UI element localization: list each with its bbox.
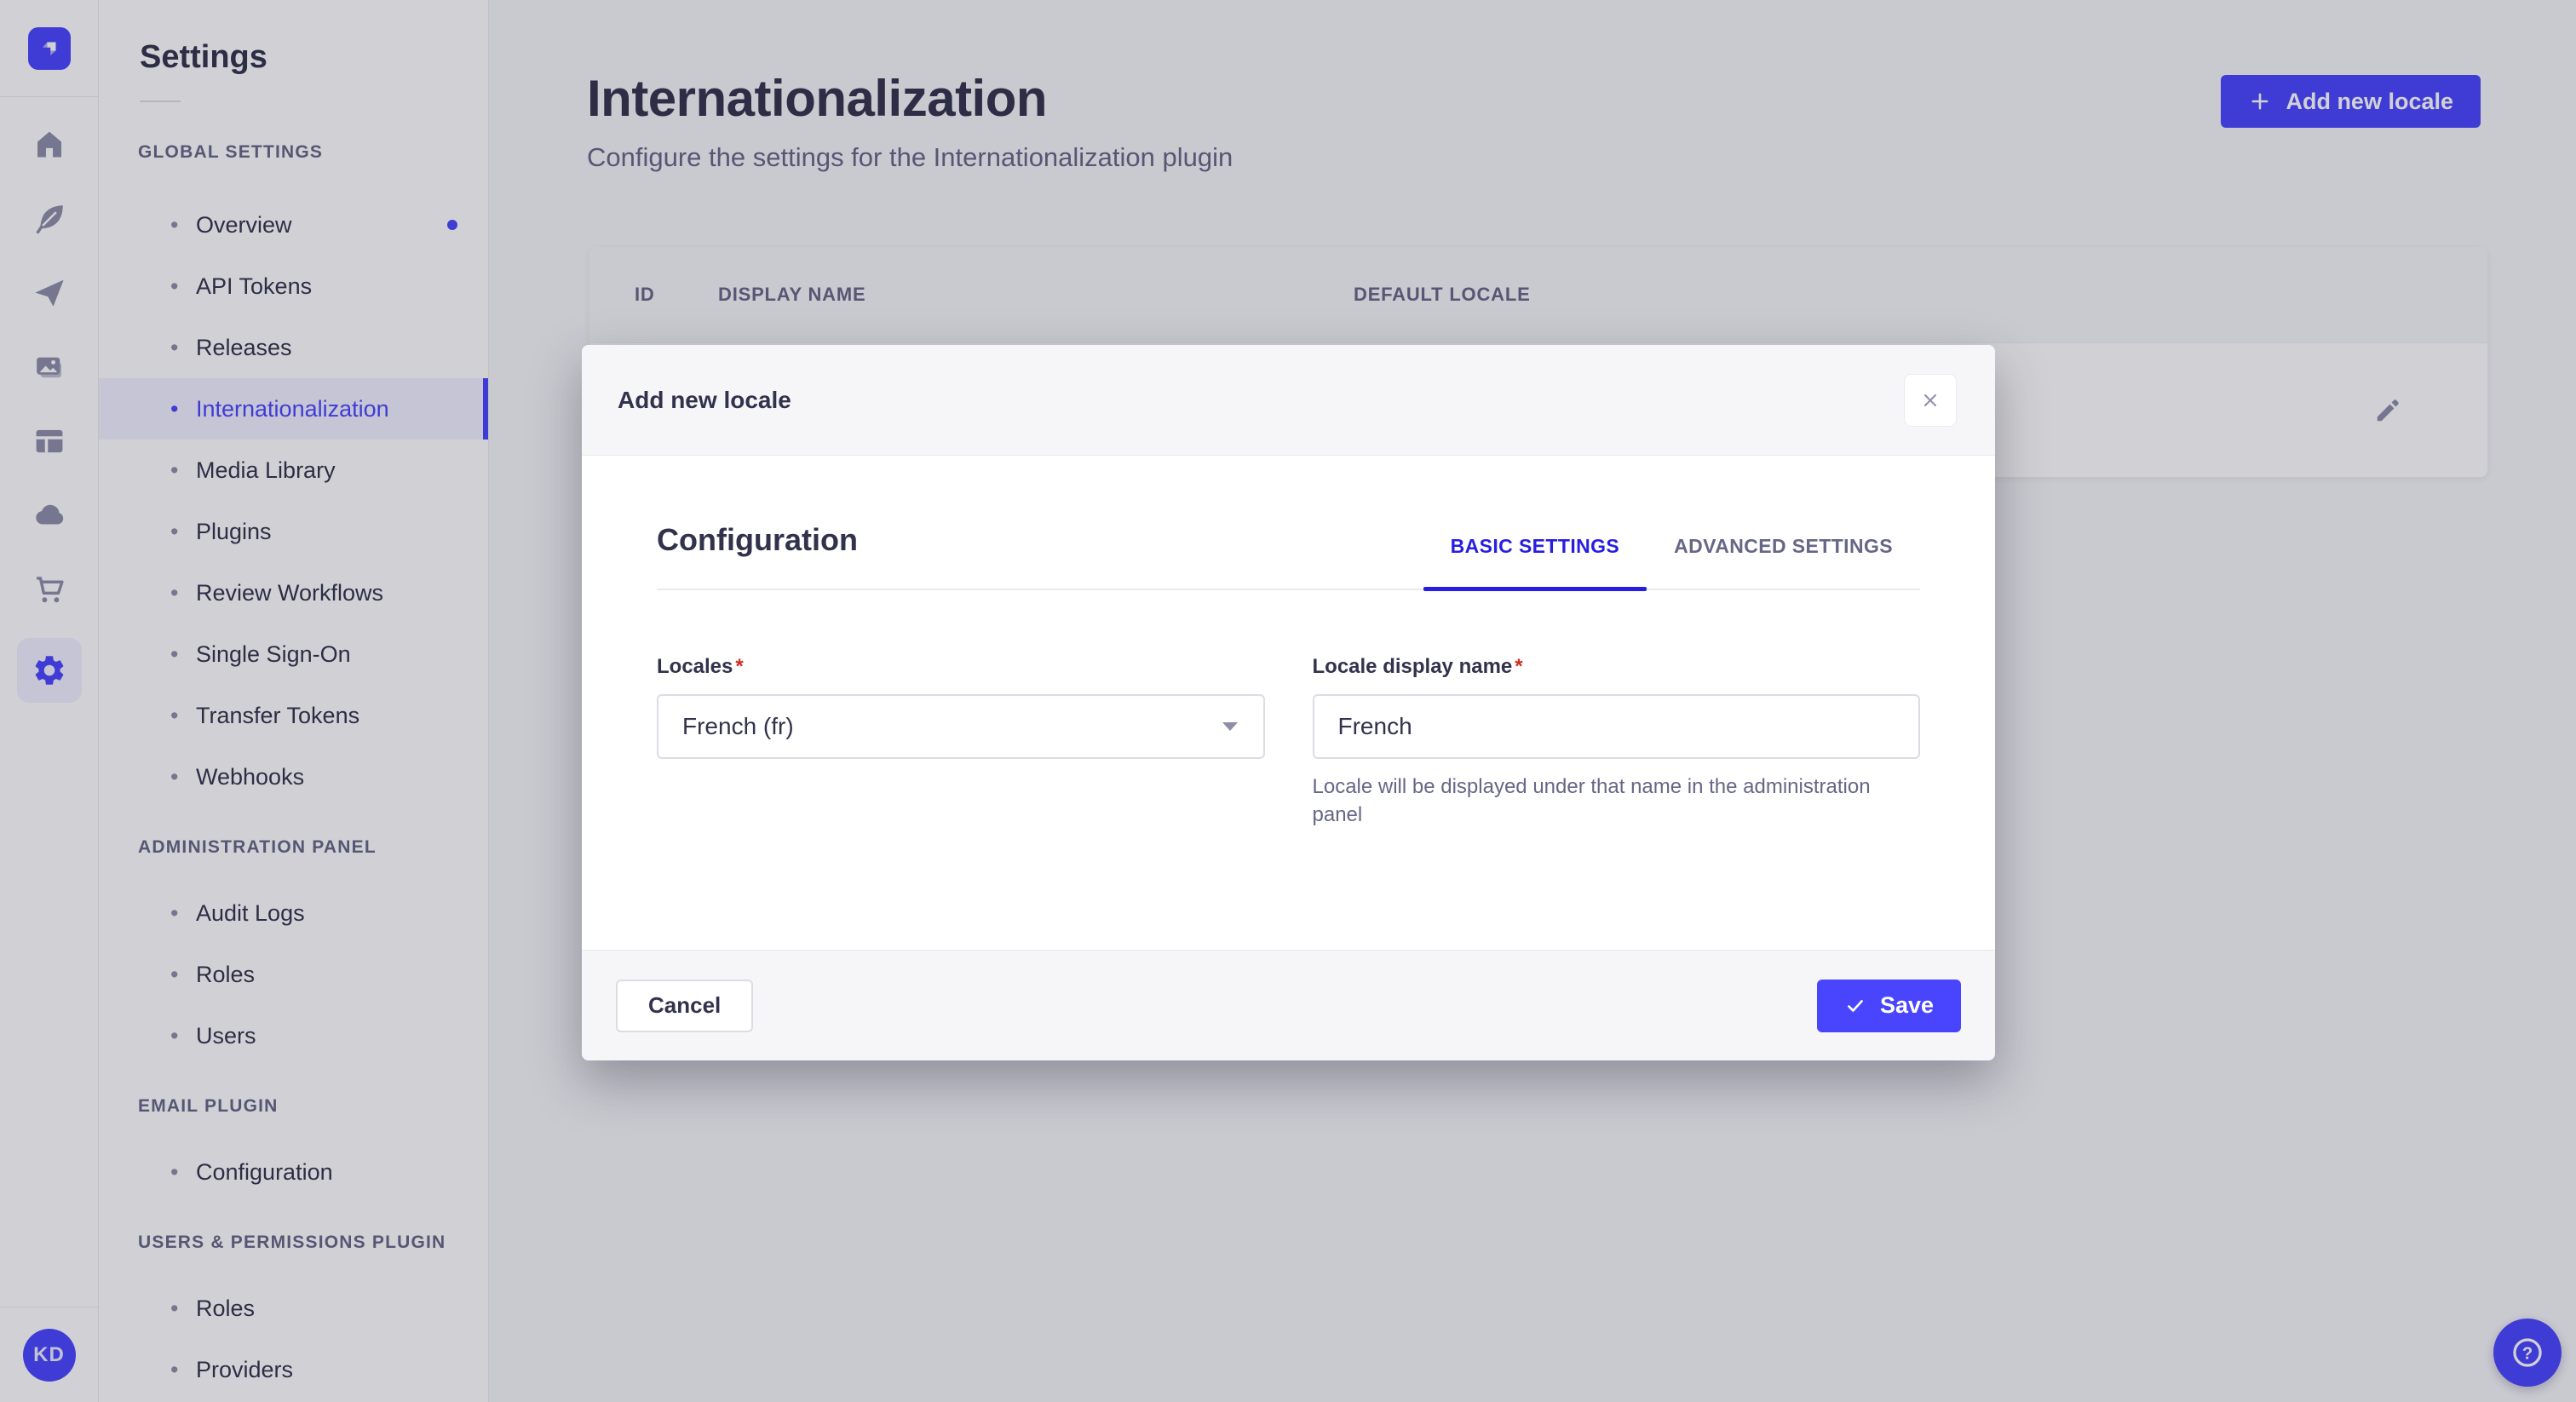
locales-select-value: French (fr) [682,713,794,739]
chevron-down-icon [1222,722,1238,731]
tab-basic-settings[interactable]: BASIC SETTINGS [1423,535,1647,591]
required-asterisk: * [735,655,744,678]
display-name-label: Locale display name * [1313,655,1921,679]
save-button[interactable]: Save [1816,979,1961,1032]
required-asterisk: * [1515,655,1523,678]
close-icon [1924,394,1936,406]
modal-footer: Cancel Save [582,950,1995,1060]
add-locale-modal: Add new locale Configuration BASIC SETTI… [582,345,1995,1060]
display-name-label-text: Locale display name [1312,655,1513,678]
active-tab-indicator [1423,587,1647,591]
modal-fields: Locales * French (fr) Locale display name… [657,655,1920,829]
modal-body: Configuration BASIC SETTINGS ADVANCED SE… [582,456,1995,829]
locales-field: Locales * French (fr) [657,655,1265,829]
configuration-title: Configuration [657,522,858,557]
locales-label-text: Locales [657,655,733,678]
settings-tabs: BASIC SETTINGS ADVANCED SETTINGS [1423,535,1920,591]
modal-close-button[interactable] [1904,373,1957,427]
check-icon [1848,999,1863,1012]
modal-title: Add new locale [618,386,791,413]
display-name-field: Locale display name* Locale will be disp… [1312,655,1921,829]
cancel-button[interactable]: Cancel [616,979,754,1032]
tab-basic-settings-label: BASIC SETTINGS [1450,535,1620,557]
display-name-input[interactable] [1312,694,1920,759]
locales-label: Locales * [657,655,1265,679]
configuration-bar: Configuration BASIC SETTINGS ADVANCED SE… [657,522,1920,591]
display-name-help: Locale will be displayed under that name… [1312,775,1871,826]
save-button-label: Save [1879,992,1934,1018]
tab-advanced-settings[interactable]: ADVANCED SETTINGS [1647,535,1920,589]
modal-header: Add new locale [582,345,1995,456]
locales-select[interactable]: French (fr) [657,694,1265,759]
tab-advanced-settings-label: ADVANCED SETTINGS [1674,535,1893,557]
